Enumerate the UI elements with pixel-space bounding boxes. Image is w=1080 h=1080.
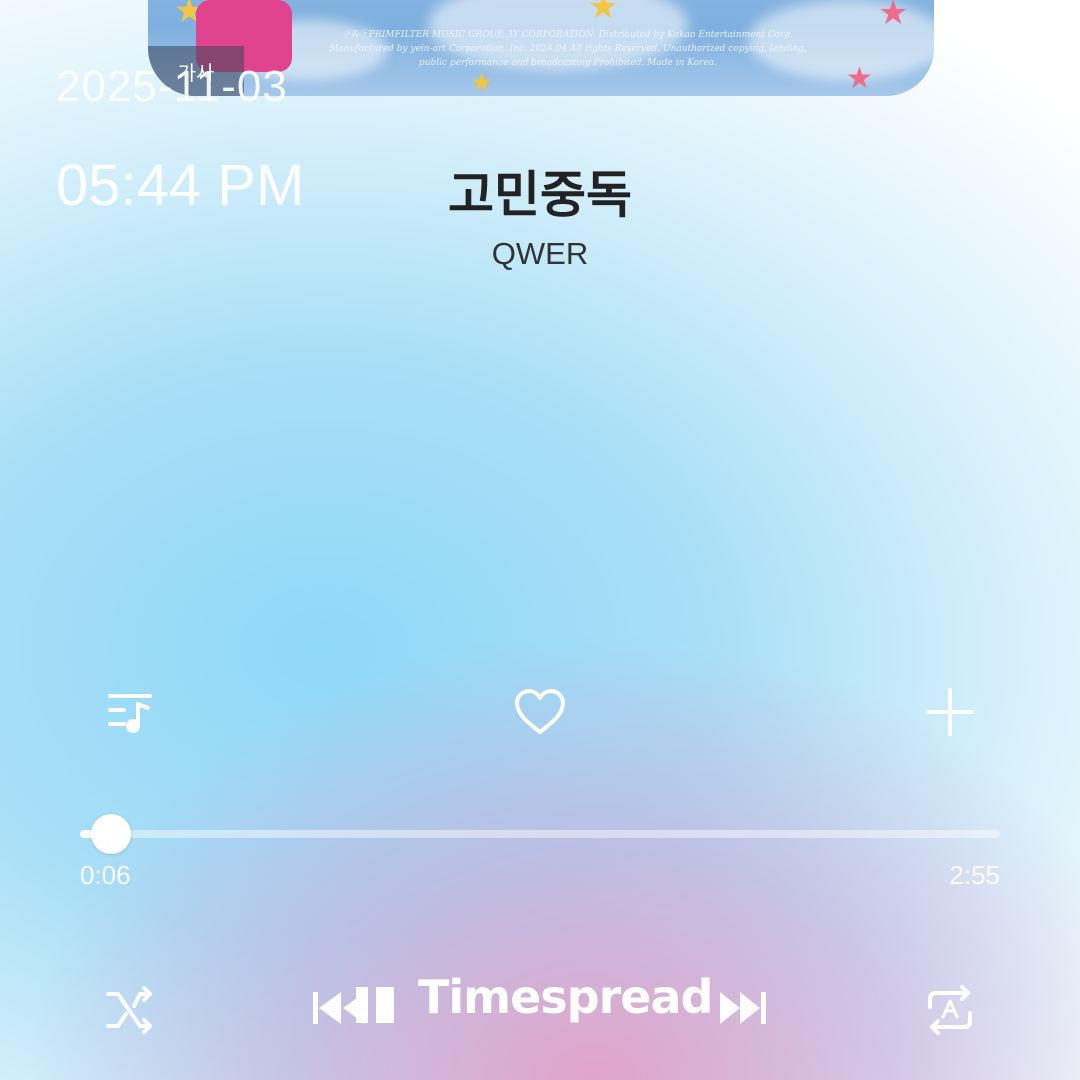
star-icon: ★ — [588, 0, 619, 27]
playlist-button[interactable] — [100, 685, 160, 741]
progress-slider[interactable] — [80, 814, 1000, 854]
progress-thumb[interactable] — [91, 814, 132, 854]
like-button[interactable] — [510, 684, 570, 740]
plus-icon — [926, 688, 974, 736]
next-button[interactable] — [716, 986, 772, 1030]
repeat-auto-icon — [928, 985, 972, 1035]
song-title: 고민중독 — [448, 166, 632, 224]
star-icon: ★ — [470, 68, 494, 96]
heart-outline-icon — [515, 689, 565, 734]
artist-name[interactable]: QWER — [0, 236, 1080, 272]
credit-line: Manufactured by yein-art Corporation.,In… — [329, 44, 807, 54]
star-icon: ★ — [878, 0, 909, 33]
credit-line: ⓟ&ⓒPRIMFILTER MUSIC GROUP, 3Y CORPORATIO… — [343, 30, 793, 40]
shuffle-icon — [106, 986, 152, 1034]
repeat-button[interactable] — [920, 982, 980, 1038]
elapsed-time: 0:06 — [80, 860, 131, 890]
pause-icon — [356, 987, 394, 1023]
pause-button[interactable] — [348, 980, 400, 1030]
star-icon: ★ — [846, 61, 873, 96]
add-button[interactable] — [920, 684, 980, 740]
playlist-music-icon — [108, 694, 152, 733]
timespread-watermark: Timespread — [418, 970, 713, 1024]
total-duration: 2:55 — [949, 860, 1000, 890]
credit-line: public performance and broadcasting Proh… — [418, 58, 717, 68]
shuffle-button[interactable] — [100, 982, 160, 1038]
date-overlay: 2025-11-03 — [56, 62, 288, 111]
skip-next-icon — [720, 992, 766, 1024]
album-credit-text: ⓟ&ⓒPRIMFILTER MUSIC GROUP, 3Y CORPORATIO… — [288, 28, 848, 70]
